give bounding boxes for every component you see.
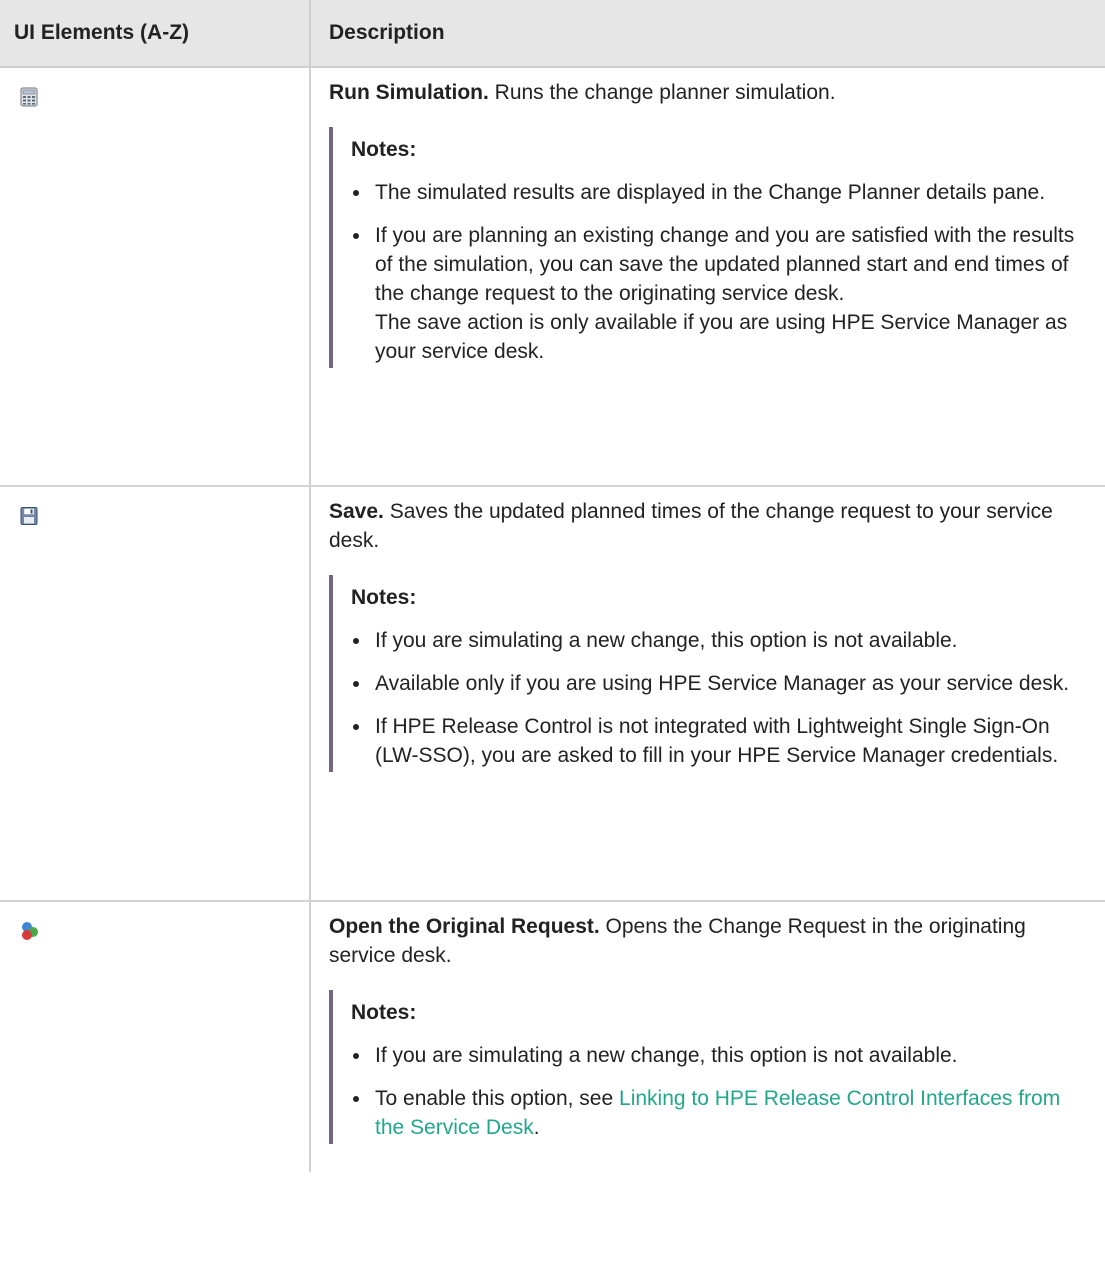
- list-item: If you are planning an existing change a…: [351, 221, 1095, 366]
- list-item: If you are simulating a new change, this…: [351, 626, 1095, 655]
- notes-label: Notes:: [351, 586, 417, 609]
- row-description: Open the Original Request. Opens the Cha…: [329, 915, 1026, 967]
- table-row: Save. Saves the updated planned times of…: [0, 486, 1105, 902]
- table-row: Run Simulation. Runs the change planner …: [0, 67, 1105, 487]
- row-title: Open the Original Request.: [329, 915, 600, 938]
- column-header-ui-elements: UI Elements (A-Z): [0, 0, 310, 68]
- notes-label: Notes:: [351, 138, 417, 161]
- notes-label: Notes:: [351, 1001, 417, 1024]
- description-cell: Save. Saves the updated planned times of…: [309, 486, 1105, 902]
- note-continuation: The save action is only available if you…: [375, 311, 1068, 363]
- notes-list: The simulated results are displayed in t…: [351, 178, 1095, 366]
- list-item: To enable this option, see Linking to HP…: [351, 1084, 1095, 1142]
- row-title: Save.: [329, 500, 384, 523]
- icon-cell: [0, 901, 310, 1172]
- row-title: Run Simulation.: [329, 81, 489, 104]
- list-item: If you are simulating a new change, this…: [351, 1041, 1095, 1070]
- floppy-disk-icon: [20, 505, 38, 525]
- notes-list: If you are simulating a new change, this…: [351, 1041, 1095, 1142]
- icon-cell: [0, 486, 310, 902]
- list-item: If HPE Release Control is not integrated…: [351, 712, 1095, 770]
- description-cell: Open the Original Request. Opens the Cha…: [309, 901, 1105, 1172]
- notes-block: Notes: If you are simulating a new chang…: [329, 575, 1095, 772]
- column-header-description: Description: [309, 0, 1105, 68]
- calculator-icon: [20, 86, 38, 107]
- ui-elements-table: UI Elements (A-Z) Description Run Simula…: [0, 0, 1105, 1172]
- notes-block: Notes: If you are simulating a new chang…: [329, 990, 1095, 1144]
- notes-block: Notes: The simulated results are display…: [329, 127, 1095, 368]
- description-cell: Run Simulation. Runs the change planner …: [309, 67, 1105, 487]
- list-item: Available only if you are using HPE Serv…: [351, 669, 1095, 698]
- row-description: Save. Saves the updated planned times of…: [329, 500, 1053, 552]
- icon-cell: [0, 67, 310, 487]
- table-header-row: UI Elements (A-Z) Description: [0, 0, 1105, 68]
- open-request-icon: [20, 920, 38, 940]
- table-row: Open the Original Request. Opens the Cha…: [0, 901, 1105, 1172]
- list-item: The simulated results are displayed in t…: [351, 178, 1095, 207]
- notes-list: If you are simulating a new change, this…: [351, 626, 1095, 770]
- row-description: Run Simulation. Runs the change planner …: [329, 81, 836, 104]
